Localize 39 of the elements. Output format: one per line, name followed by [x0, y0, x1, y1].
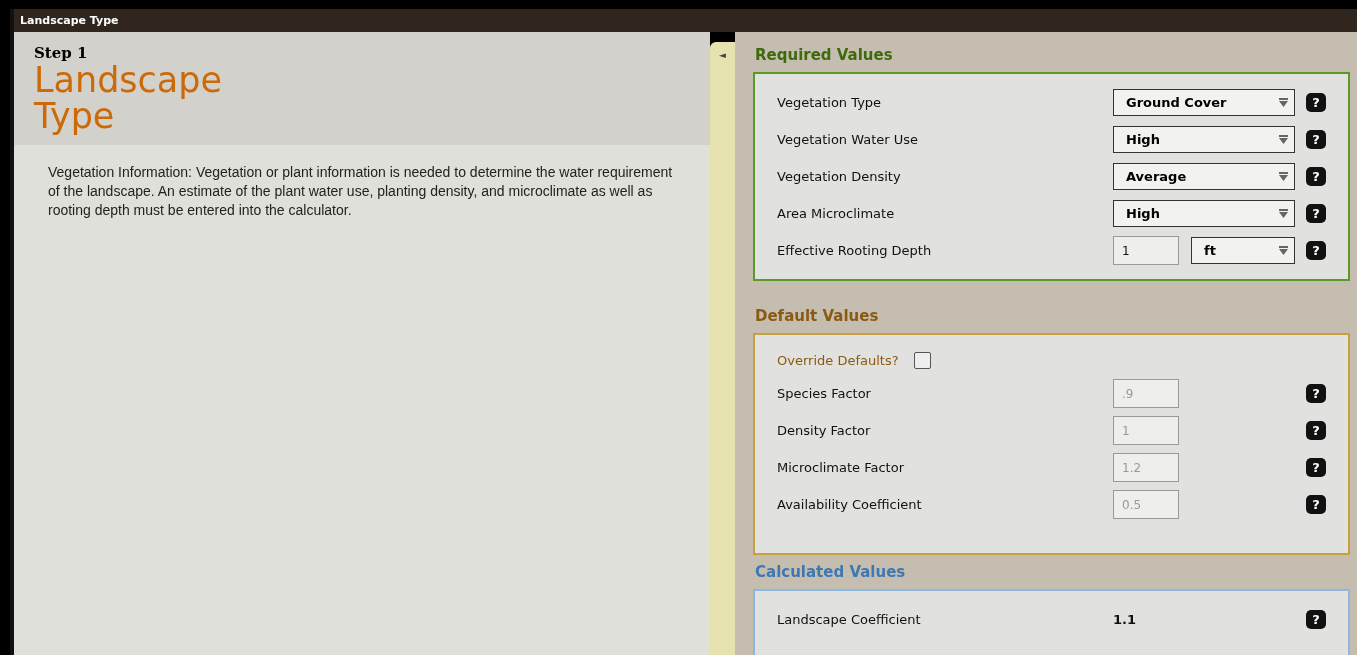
help-button[interactable]: ?: [1306, 610, 1326, 629]
dropdown-caret-icon: [1279, 98, 1288, 107]
override-label: Override Defaults?: [777, 352, 899, 368]
dropdown[interactable]: High: [1113, 200, 1295, 227]
dropdown-caret-icon: [1279, 135, 1288, 144]
field-label: Effective Rooting Depth: [777, 243, 933, 258]
step-description: Vegetation Information: Vegetation or plant information is needed to determine the water requirement of the landscape. An estimate of the plant water use, planting density, and microclimate as well as rooting depth must be entered into the calculator.: [47, 163, 674, 220]
dropdown-caret-icon: [1279, 172, 1288, 181]
help-button[interactable]: ?: [1306, 167, 1326, 186]
field-label: Microclimate Factor: [777, 460, 905, 475]
input-field[interactable]: 1: [1113, 236, 1179, 265]
field-label: Vegetation Water Use: [777, 132, 920, 147]
section-heading: Calculated Values: [755, 563, 907, 581]
field-label: Vegetation Type: [777, 95, 883, 110]
section-heading: Required Values: [755, 46, 894, 64]
field-label: Vegetation Density: [777, 169, 902, 184]
field-label: Species Factor: [777, 386, 872, 401]
help-button[interactable]: ?: [1306, 241, 1326, 260]
dropdown[interactable]: Average: [1113, 163, 1295, 190]
calculated-value: 1.1: [1113, 612, 1137, 627]
help-button[interactable]: ?: [1306, 130, 1326, 149]
help-button[interactable]: ?: [1306, 204, 1326, 223]
dropdown-caret-icon: [1279, 209, 1288, 218]
unit-dropdown[interactable]: ft: [1191, 237, 1295, 264]
field-label: Density Factor: [777, 423, 872, 438]
override-checkbox[interactable]: [913, 351, 931, 369]
collapse-arrow[interactable]: ◄: [719, 50, 726, 60]
section-heading: Default Values: [755, 307, 880, 325]
field-label: Availability Coefficient: [777, 497, 923, 512]
step-label: Step 1: [34, 44, 89, 62]
step-title: Landscape Type: [34, 62, 224, 134]
collapse-splitter[interactable]: ◄: [710, 42, 735, 655]
window-title: Landscape Type: [14, 9, 1357, 32]
help-button[interactable]: ?: [1306, 93, 1326, 112]
dropdown[interactable]: High: [1113, 126, 1295, 153]
field-label: Landscape Coefficient: [777, 612, 922, 627]
field-label: Area Microclimate: [777, 206, 896, 221]
dropdown[interactable]: Ground Cover: [1113, 89, 1295, 116]
dropdown-caret-icon: [1279, 246, 1288, 255]
